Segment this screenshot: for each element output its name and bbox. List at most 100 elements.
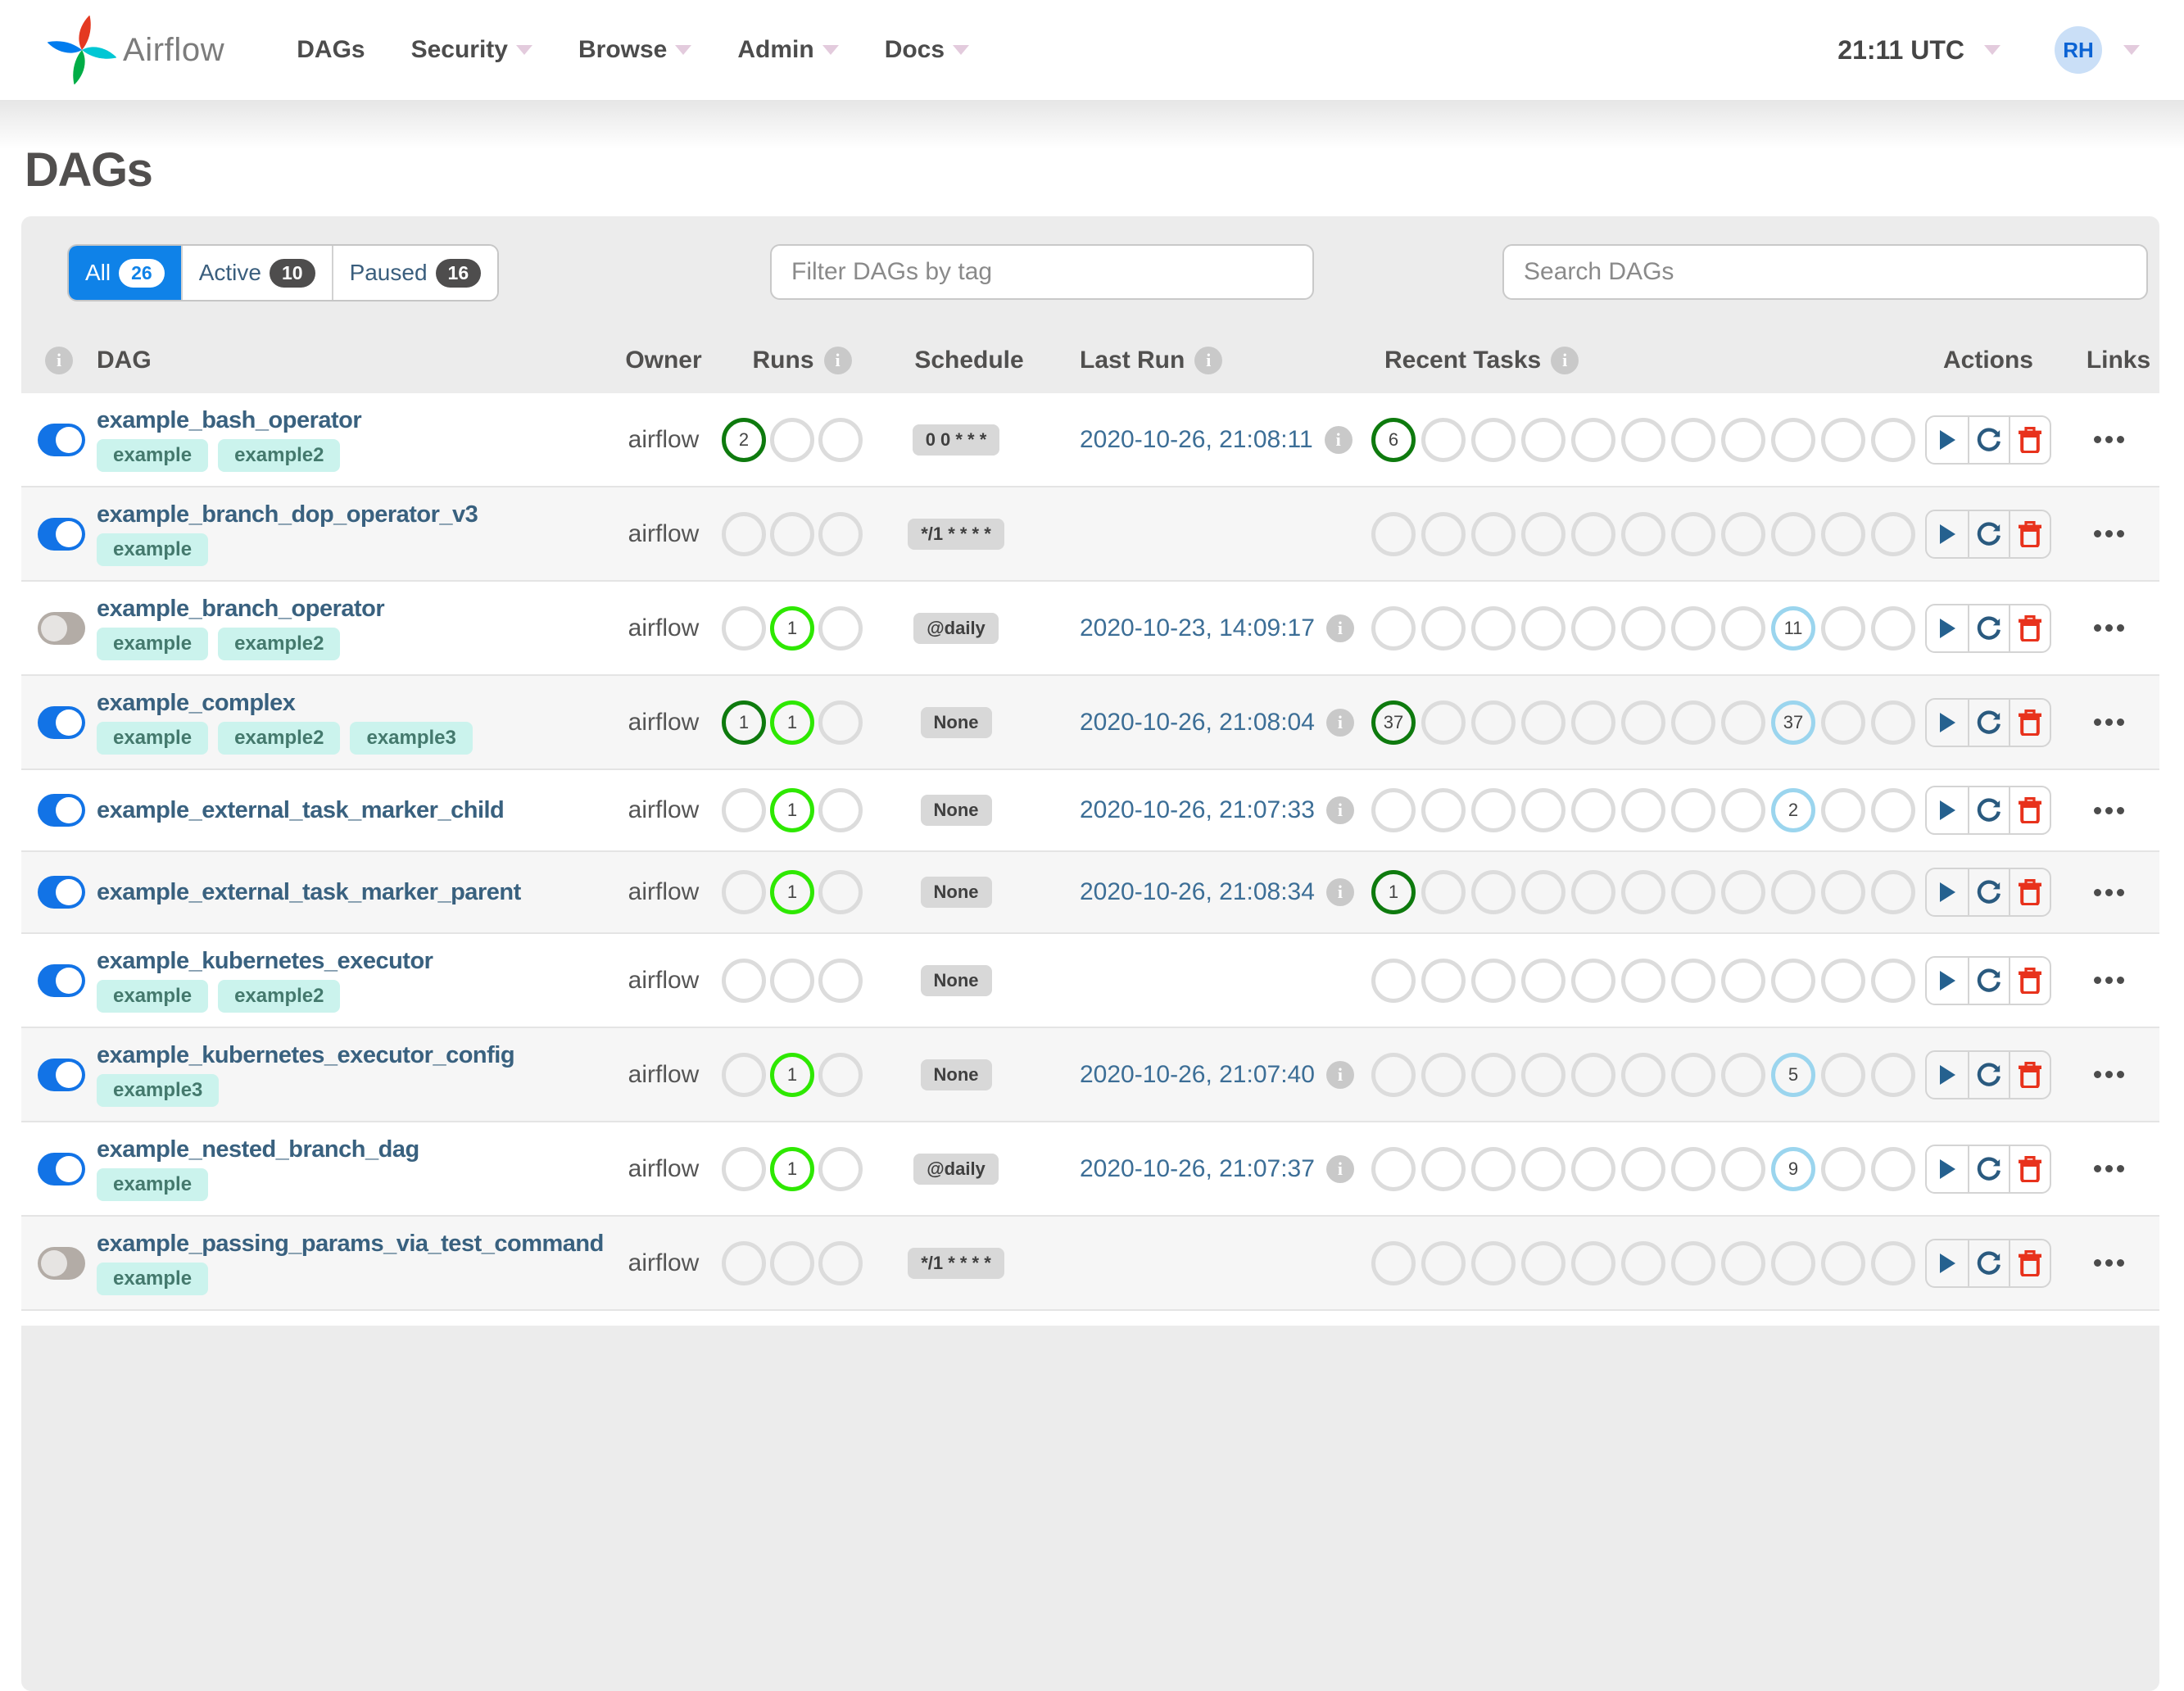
state-circle[interactable] <box>1671 417 1715 462</box>
dag-pause-toggle[interactable] <box>38 1152 85 1186</box>
delete-dag-button[interactable] <box>2009 787 2050 833</box>
avatar[interactable]: RH <box>2055 26 2102 74</box>
state-circle[interactable]: 1 <box>1371 870 1416 914</box>
state-circle[interactable] <box>1521 700 1566 745</box>
col-schedule[interactable]: Schedule <box>914 347 1023 374</box>
state-circle[interactable] <box>1621 700 1665 745</box>
refresh-dag-button[interactable] <box>1968 1051 2009 1098</box>
state-circle[interactable] <box>1721 511 1765 556</box>
state-circle[interactable] <box>1471 605 1516 651</box>
state-circle[interactable] <box>722 870 766 914</box>
state-circle[interactable]: 11 <box>1771 605 1815 651</box>
search-input[interactable] <box>1502 244 2148 300</box>
dag-name-link[interactable]: example_nested_branch_dag <box>97 1136 419 1163</box>
state-circle[interactable] <box>1821 1240 1865 1285</box>
state-circle[interactable] <box>818 870 863 914</box>
state-circle[interactable] <box>1471 700 1516 745</box>
state-circle[interactable] <box>1871 870 1915 914</box>
nav-item-docs[interactable]: Docs <box>862 36 992 64</box>
state-circle[interactable] <box>1421 1240 1466 1285</box>
refresh-dag-button[interactable] <box>1968 510 2009 557</box>
state-circle[interactable] <box>818 958 863 1003</box>
state-circle[interactable] <box>1871 700 1915 745</box>
state-circle[interactable]: 1 <box>770 1052 814 1097</box>
tab-all[interactable]: All 26 <box>69 246 181 300</box>
dag-pause-toggle[interactable] <box>38 423 85 456</box>
delete-dag-button[interactable] <box>2009 510 2050 557</box>
last-run-link[interactable]: 2020-10-26, 21:07:33 <box>1080 796 1315 824</box>
dag-pause-toggle[interactable] <box>38 517 85 551</box>
state-circle[interactable] <box>1621 417 1665 462</box>
delete-dag-button[interactable] <box>2009 416 2050 463</box>
dag-name-link[interactable]: example_bash_operator <box>97 407 362 434</box>
schedule-badge[interactable]: */1 * * * * <box>908 518 1004 550</box>
trigger-dag-button[interactable] <box>1927 417 1968 463</box>
dag-name-link[interactable]: example_complex <box>97 690 473 717</box>
state-circle[interactable] <box>818 605 863 651</box>
dag-tag[interactable]: example2 <box>218 980 341 1013</box>
col-dag[interactable]: DAG <box>97 347 152 374</box>
state-circle[interactable] <box>1621 605 1665 651</box>
state-circle[interactable] <box>1671 1146 1715 1191</box>
state-circle[interactable] <box>1671 788 1715 832</box>
info-icon[interactable]: i <box>1325 708 1354 737</box>
dag-links-menu[interactable] <box>2074 977 2124 984</box>
dag-name-link[interactable]: example_branch_operator <box>97 596 385 623</box>
dag-name-link[interactable]: example_external_task_marker_parent <box>97 879 521 906</box>
state-circle[interactable] <box>770 1240 814 1285</box>
trigger-dag-button[interactable] <box>1927 958 1968 1004</box>
state-circle[interactable] <box>722 605 766 651</box>
state-circle[interactable] <box>1721 958 1765 1003</box>
state-circle[interactable] <box>1471 788 1516 832</box>
state-circle[interactable]: 1 <box>770 700 814 745</box>
state-circle[interactable] <box>1571 1240 1615 1285</box>
delete-dag-button[interactable] <box>2009 1051 2050 1098</box>
refresh-dag-button[interactable] <box>1968 416 2009 463</box>
state-circle[interactable]: 2 <box>722 417 766 462</box>
refresh-dag-button[interactable] <box>1968 1145 2009 1192</box>
state-circle[interactable] <box>1621 958 1665 1003</box>
last-run-link[interactable]: 2020-10-26, 21:08:11 <box>1080 426 1313 454</box>
state-circle[interactable] <box>1421 511 1466 556</box>
dag-name-link[interactable]: example_passing_params_via_test_command <box>97 1231 604 1258</box>
state-circle[interactable] <box>1471 870 1516 914</box>
state-circle[interactable] <box>1571 417 1615 462</box>
schedule-badge[interactable]: 0 0 * * * <box>912 424 1000 456</box>
state-circle[interactable] <box>1671 605 1715 651</box>
tab-paused[interactable]: Paused 16 <box>331 246 498 300</box>
info-icon[interactable]: i <box>1325 1154 1354 1183</box>
state-circle[interactable] <box>1471 417 1516 462</box>
state-circle[interactable] <box>1871 605 1915 651</box>
schedule-badge[interactable]: @daily <box>913 1153 999 1185</box>
state-circle[interactable] <box>722 1146 766 1191</box>
dag-pause-toggle[interactable] <box>38 794 85 827</box>
state-circle[interactable] <box>722 788 766 832</box>
state-circle[interactable] <box>1871 1052 1915 1097</box>
schedule-badge[interactable]: None <box>920 964 992 996</box>
state-circle[interactable] <box>1721 1052 1765 1097</box>
state-circle[interactable] <box>1571 700 1615 745</box>
state-circle[interactable] <box>1521 605 1566 651</box>
info-icon[interactable]: i <box>1325 614 1354 642</box>
state-circle[interactable] <box>1821 870 1865 914</box>
dag-links-menu[interactable] <box>2074 719 2124 726</box>
state-circle[interactable] <box>1671 958 1715 1003</box>
state-circle[interactable] <box>1871 958 1915 1003</box>
state-circle[interactable] <box>1371 1052 1416 1097</box>
dag-links-menu[interactable] <box>2074 1165 2124 1172</box>
col-recent-tasks[interactable]: Recent Tasks i <box>1371 347 1579 374</box>
state-circle[interactable] <box>818 1240 863 1285</box>
state-circle[interactable] <box>1521 958 1566 1003</box>
dag-tag[interactable]: example3 <box>350 722 473 755</box>
state-circle[interactable] <box>1771 417 1815 462</box>
state-circle[interactable] <box>1671 511 1715 556</box>
state-circle[interactable] <box>1821 1146 1865 1191</box>
dag-tag[interactable]: example2 <box>218 439 341 472</box>
state-circle[interactable] <box>1671 1240 1715 1285</box>
state-circle[interactable] <box>722 1052 766 1097</box>
nav-item-security[interactable]: Security <box>388 36 555 64</box>
state-circle[interactable] <box>1721 700 1765 745</box>
info-icon[interactable]: i <box>45 347 73 374</box>
airflow-brand[interactable]: Airflow <box>48 16 224 84</box>
nav-item-admin[interactable]: Admin <box>714 36 861 64</box>
